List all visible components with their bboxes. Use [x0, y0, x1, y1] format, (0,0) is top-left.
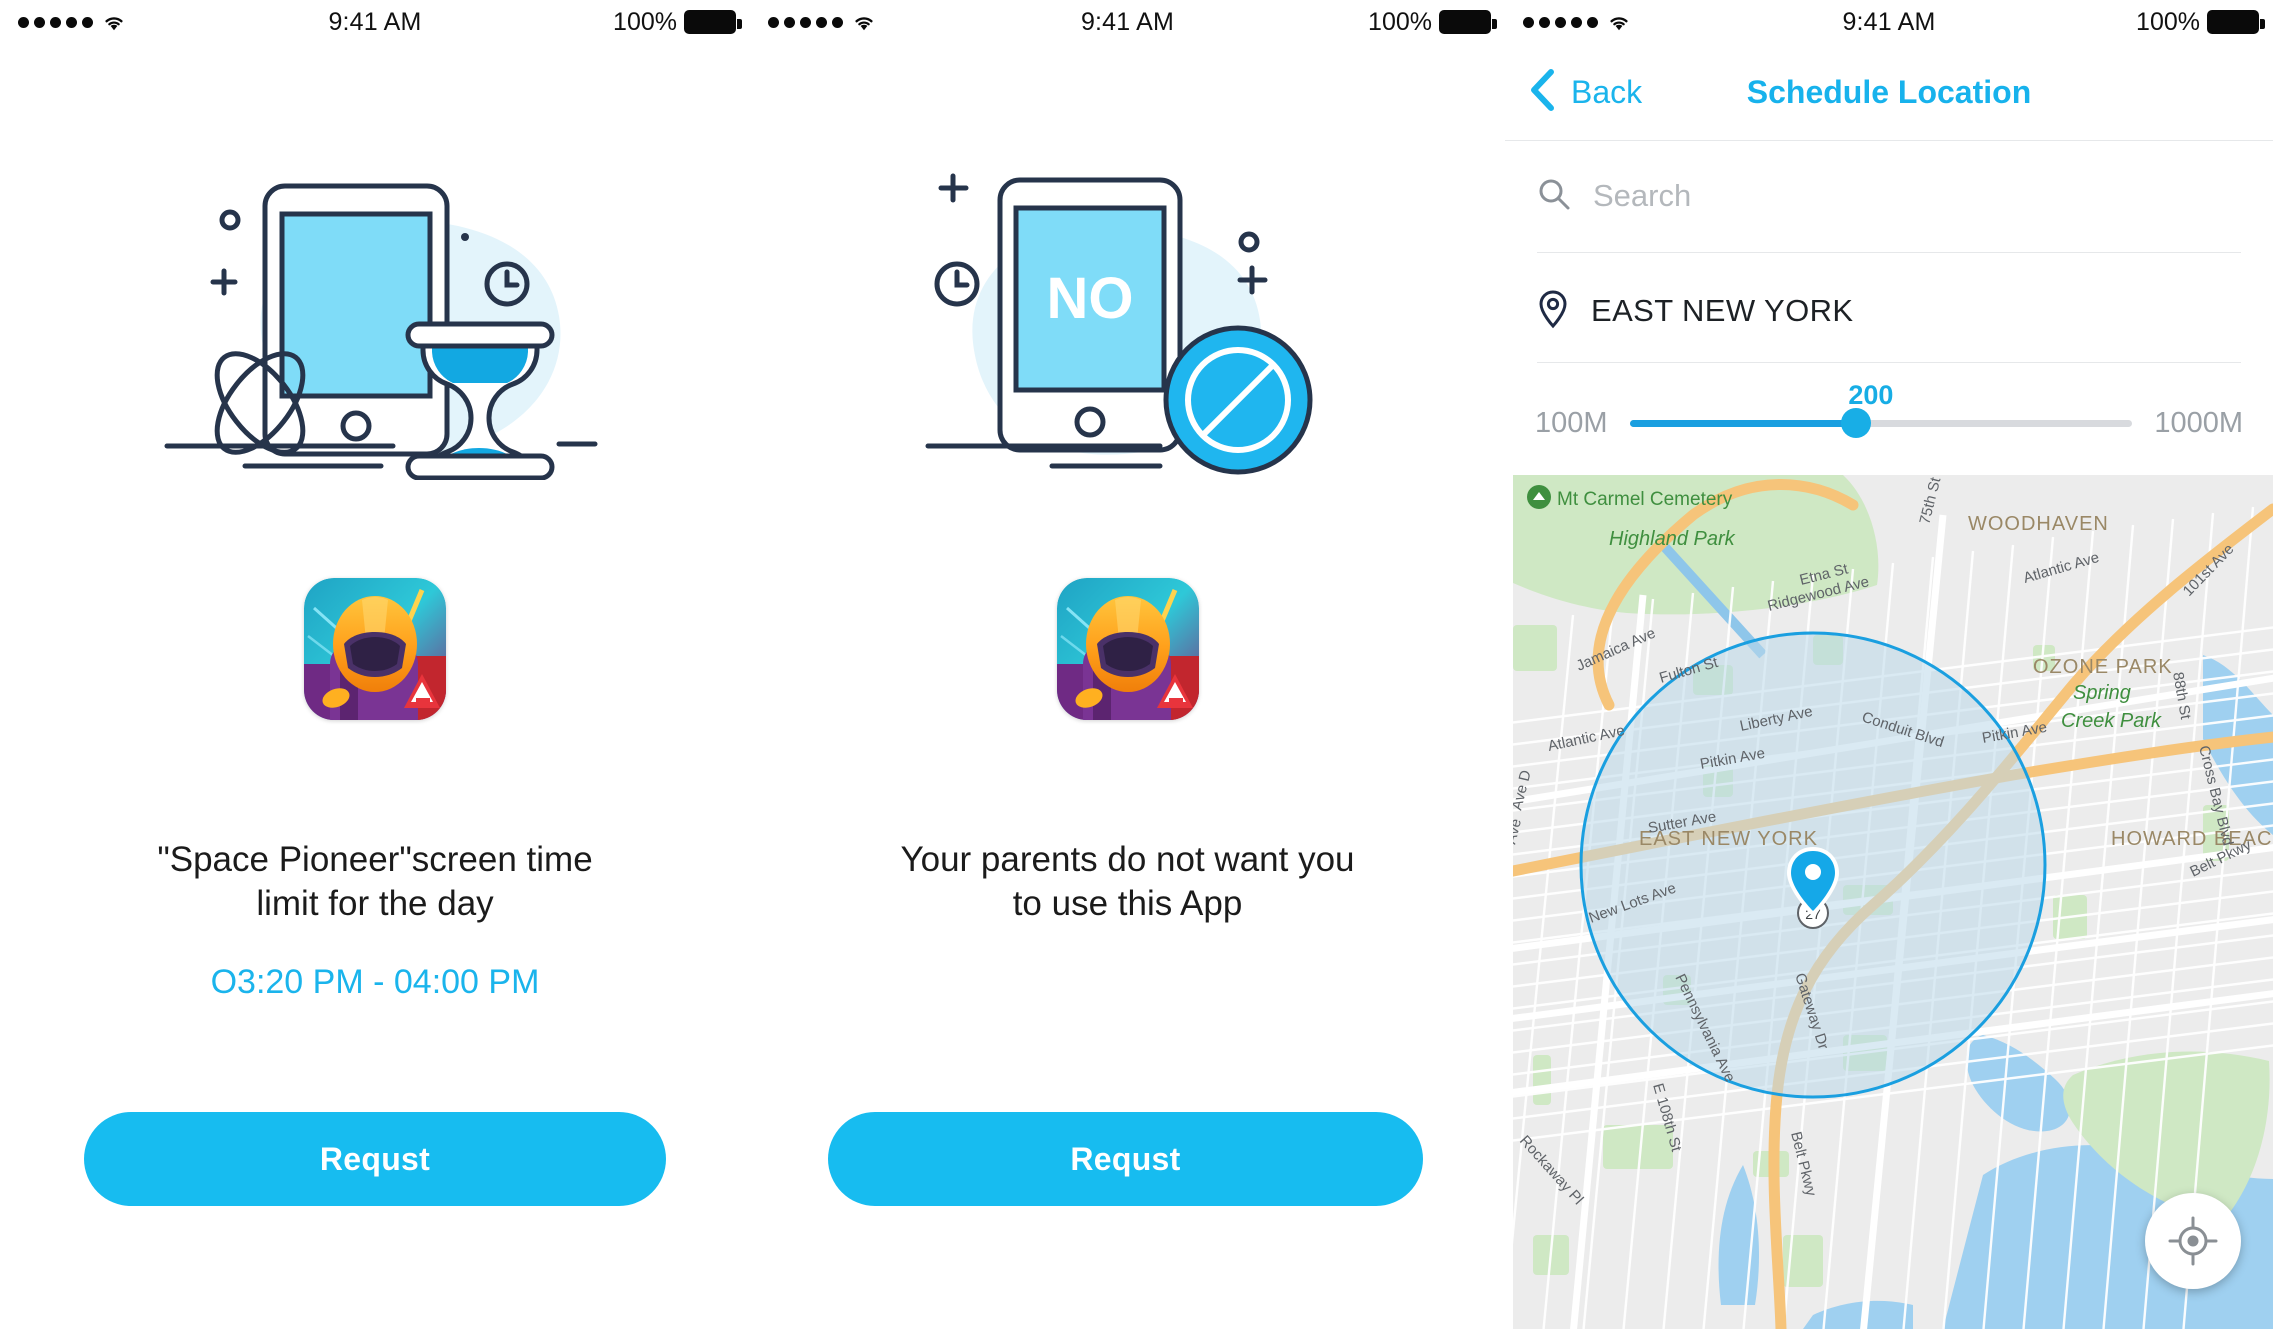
limit-message: "Space Pioneer"screen time limit for the…	[0, 838, 750, 926]
phone-hourglass-illustration	[0, 150, 750, 480]
battery-percent-label: 100%	[613, 7, 677, 36]
back-label: Back	[1571, 73, 1643, 110]
search-row[interactable]	[1537, 150, 2241, 242]
location-divider	[1537, 362, 2241, 363]
map-pin-icon	[1537, 289, 1569, 334]
blocked-message: Your parents do not want you to use this…	[750, 838, 1505, 926]
battery-full-icon	[2207, 10, 2265, 34]
status-bar-right: 100%	[613, 7, 742, 37]
search-icon	[1537, 177, 1571, 216]
status-bar: 9:41 AM 100%	[750, 0, 1505, 44]
radius-slider-value: 200	[1848, 379, 1894, 410]
crosshair-icon	[2167, 1215, 2219, 1267]
my-location-button[interactable]	[2145, 1193, 2241, 1289]
request-button[interactable]: Requst	[84, 1112, 666, 1206]
blocked-message-line-1: Your parents do not want you	[900, 840, 1355, 879]
status-bar: 9:41 AM 100%	[0, 0, 750, 44]
radius-max-label: 1000M	[2154, 406, 2243, 439]
space-pioneer-app-icon[interactable]	[304, 578, 446, 720]
radius-slider-row: 100M 200 1000M	[1535, 380, 2243, 458]
nav-divider	[1505, 140, 2273, 141]
schedule-location-screen: 9:41 AM 100% Back Schedule Location Sear…	[1505, 0, 2273, 1329]
phone-blocked-illustration: NO	[750, 150, 1505, 480]
status-bar: 9:41 AM 100%	[1505, 0, 2273, 44]
status-bar-right: 100%	[2136, 7, 2265, 37]
three-screen-mockup: 9:41 AM 100% "Space Pioneer"screen time …	[0, 0, 2273, 1329]
back-button[interactable]: Back	[1529, 68, 1642, 117]
battery-full-icon	[1439, 10, 1497, 34]
chevron-left-icon	[1529, 68, 1555, 117]
map-label-spring-creek-park-2: Creek Park	[2061, 710, 2162, 732]
search-divider	[1537, 252, 2241, 253]
limit-message-line-1: "Space Pioneer"screen time	[157, 840, 593, 879]
radius-slider-fill	[1629, 419, 1856, 427]
cemetery-icon	[1527, 485, 1551, 509]
request-button[interactable]: Requst	[828, 1112, 1423, 1206]
map-label-highland-park: Highland Park	[1609, 528, 1736, 550]
nav-bar: Back Schedule Location	[1505, 44, 2273, 140]
map-label-spring-creek-park-1: Spring	[2073, 682, 2131, 704]
radius-slider-thumb[interactable]	[1840, 408, 1871, 438]
limit-message-line-2: limit for the day	[256, 884, 494, 924]
blocked-app-screen: 9:41 AM 100% NO Your parents do not want…	[750, 0, 1505, 1329]
time-range-label: O3:20 PM - 04:00 PM	[210, 963, 540, 1001]
radius-slider-track[interactable]: 200	[1629, 380, 2133, 438]
battery-full-icon	[684, 10, 742, 34]
battery-percent-label: 100%	[2136, 7, 2200, 36]
status-bar-right: 100%	[1368, 7, 1497, 37]
selected-location-row[interactable]: EAST NEW YORK	[1537, 265, 2241, 357]
map-canvas: .st { stroke:#ffffff; fill:none; } .lbl …	[1513, 475, 2273, 1329]
phone-screen-no-text: NO	[1046, 266, 1133, 331]
map-label-mt-carmel-cemetery: Mt Carmel Cemetery	[1557, 489, 1733, 510]
map-label-woodhaven: WOODHAVEN	[1968, 513, 2109, 535]
map-view[interactable]: .st { stroke:#ffffff; fill:none; } .lbl …	[1513, 475, 2273, 1329]
battery-percent-label: 100%	[1368, 7, 1432, 36]
screen-time-limit-screen: 9:41 AM 100% "Space Pioneer"screen time …	[0, 0, 750, 1329]
selected-location-label: EAST NEW YORK	[1591, 293, 1854, 328]
map-label-ozone-park: OZONE PARK	[2033, 656, 2173, 678]
radius-min-label: 100M	[1535, 406, 1608, 439]
space-pioneer-app-icon[interactable]	[1056, 578, 1199, 720]
blocked-message-line-2: to use this App	[1012, 884, 1243, 924]
search-input[interactable]	[1593, 178, 2241, 214]
